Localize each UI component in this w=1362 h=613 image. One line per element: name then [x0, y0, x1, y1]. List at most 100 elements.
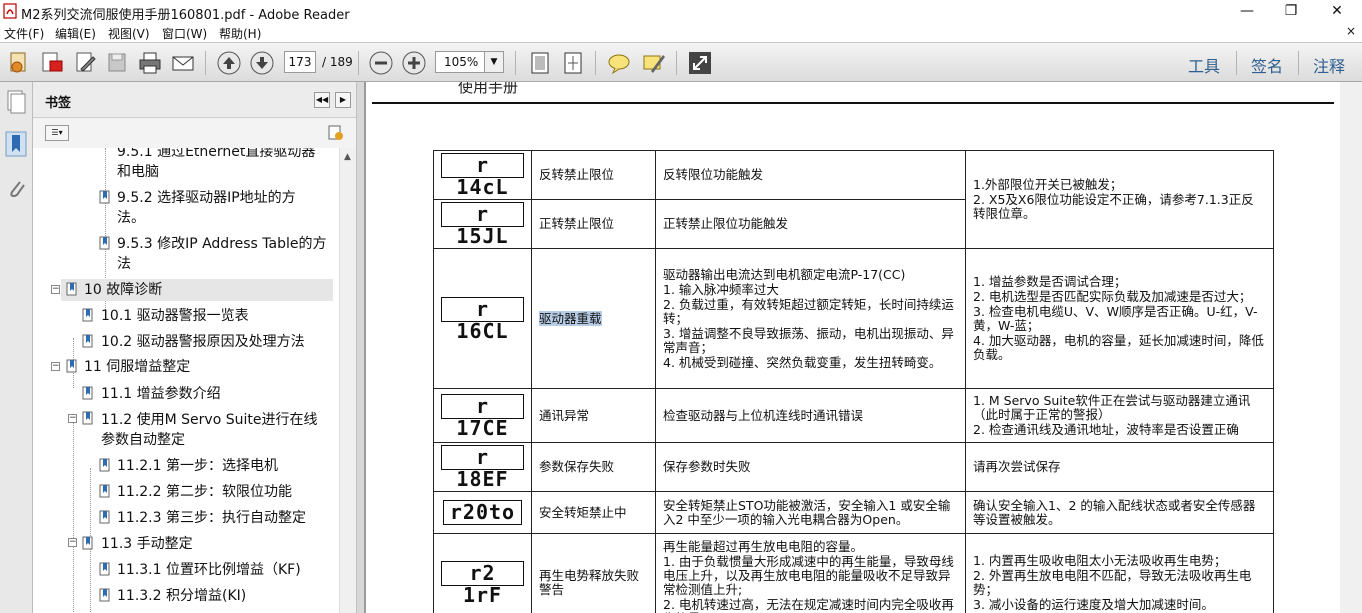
export-pdf-icon[interactable] [38, 49, 66, 77]
collapse-toggle[interactable]: − [51, 362, 60, 371]
desc-line: 2. 电机转速过高，无法在规定减速时间内完全吸收再生能量。 [663, 596, 954, 613]
bookmark-icon [99, 588, 110, 602]
tools-button[interactable]: 工具 [1188, 53, 1220, 77]
fit-page-icon[interactable] [559, 49, 587, 77]
print-icon[interactable] [136, 49, 164, 77]
bookmark-item[interactable]: 9.5.2 选择驱动器IP地址的方 [117, 188, 296, 208]
menu-edit[interactable]: 编辑(E) [55, 25, 96, 42]
page-header: 使用手册 [458, 82, 519, 96]
bookmark-item[interactable]: 10.1 驱动器警报一览表 [101, 306, 249, 326]
next-page-icon[interactable] [248, 49, 276, 77]
menu-file[interactable]: 文件(F) [4, 25, 44, 42]
bookmark-item[interactable]: 和电脑 [117, 162, 159, 182]
menu-help[interactable]: 帮助(H) [219, 25, 261, 42]
document-scrollbar[interactable] [1340, 82, 1362, 613]
bookmark-settings-icon[interactable] [327, 124, 345, 142]
sign-button[interactable]: 签名 [1251, 53, 1283, 77]
bookmarks-title: 书签 [45, 96, 72, 111]
bookmark-item[interactable]: 11.2.3 第三步：执行自动整定 [117, 508, 306, 528]
alarm-description: 安全转矩禁止STO功能被激活，安全输入1 或安全输入2 中至少一项的输入光电耦合… [655, 491, 966, 534]
edit-pdf-icon[interactable] [71, 49, 99, 77]
highlight-icon[interactable] [639, 49, 667, 77]
bookmark-label: 11.2.2 第二步：软限位功能 [117, 484, 292, 500]
collapse-panel-icon[interactable]: ◀◀ [314, 92, 330, 108]
zoom-in-icon[interactable] [400, 49, 428, 77]
close-document-button[interactable]: × [1346, 24, 1356, 38]
menu-view[interactable]: 视图(V) [108, 25, 150, 42]
previous-page-icon[interactable] [215, 49, 243, 77]
alarm-name: 参数保存失败 [531, 442, 656, 492]
bookmark-item[interactable]: 11.2.2 第二步：软限位功能 [117, 482, 292, 502]
scroll-up-icon[interactable]: ▲ [344, 152, 351, 162]
bookmark-options-icon[interactable]: ☰▾ [45, 125, 69, 141]
alarm-name: 通讯异常 [531, 388, 656, 443]
comment-icon[interactable] [605, 49, 633, 77]
bookmark-item[interactable]: 11.3.2 积分增益(KI) [117, 586, 246, 606]
window-title: M2系列交流伺服使用手册160801.pdf - Adobe Reader [21, 8, 350, 23]
bookmark-item-10[interactable]: 10 故障诊断 [84, 280, 162, 300]
desc-line: 3. 增益调整不良导致振荡、振动，电机出现振动、异常声音； [663, 325, 954, 355]
panel-splitter[interactable] [356, 82, 364, 613]
bookmark-item[interactable]: 11.2 使用M Servo Suite进行在线 [101, 410, 317, 430]
alarm-code-display: r20to [442, 500, 523, 525]
single-page-view-icon[interactable] [526, 49, 554, 77]
save-icon[interactable] [103, 49, 131, 77]
zoom-out-icon[interactable] [367, 49, 395, 77]
bookmark-label: 和电脑 [117, 164, 159, 180]
bookmark-label: 9.5.1 通过Ethernet直接驱动器 [117, 148, 316, 160]
bookmark-icon [82, 334, 93, 348]
alarm-code-display: r2 1rF [441, 560, 524, 606]
document-view: 使用手册 r 14cL 反转禁止限位 反转限位功能触发 1.外部限位开关已被触发… [364, 82, 1362, 613]
alarm-name: 正转禁止限位 [531, 199, 656, 249]
bookmark-item[interactable]: 9.5.1 通过Ethernet直接驱动器 [117, 148, 315, 162]
bookmark-item[interactable]: 9.5.3 修改IP Address Table的方 [117, 234, 327, 254]
alarm-fix: 1.外部限位开关已被触发； 2. X5及X6限位功能设定不正确，请参考7.1.3… [965, 150, 1274, 249]
bookmark-item-11[interactable]: 11 伺服增益整定 [84, 357, 190, 377]
toolbar-separator [515, 51, 516, 75]
expand-panel-icon[interactable]: ▶ [335, 92, 351, 108]
zoom-input[interactable]: 105% [435, 51, 485, 73]
bookmark-icon [82, 308, 93, 322]
create-pdf-icon[interactable] [5, 49, 33, 77]
desc-line: 1. 由于负载惯量大形成减速中的再生能量，导致母线电压上升，以及再生放电电阻的能… [663, 553, 954, 597]
alarm-name: 反转禁止限位 [531, 150, 656, 200]
bookmark-icon [82, 536, 93, 550]
bookmark-item[interactable]: 11.3.1 位置环比例增益（KF) [117, 560, 301, 580]
menu-window[interactable]: 窗口(W) [162, 25, 207, 42]
alarm-description: 检查驱动器与上位机连线时通讯错误 [655, 388, 966, 443]
page-total: / 189 [322, 55, 353, 69]
bookmark-item[interactable]: 参数自动整定 [101, 430, 185, 450]
page-thumbnails-icon[interactable] [4, 88, 28, 116]
comment-button[interactable]: 注释 [1313, 53, 1345, 77]
minimize-button[interactable]: — [1224, 0, 1270, 22]
bookmark-icon [99, 458, 110, 472]
bookmark-item[interactable]: 10.2 驱动器警报原因及处理方法 [101, 332, 305, 352]
alarm-description: 正转禁止限位功能触发 [655, 199, 966, 249]
bookmark-label: 9.5.2 选择驱动器IP地址的方 [117, 190, 296, 206]
desc-line: 2. 负载过重，有效转矩超过额定转矩，长时间持续运转； [663, 296, 954, 326]
collapse-toggle[interactable]: − [51, 285, 60, 294]
full-screen-icon[interactable] [686, 49, 714, 77]
alarm-name-selected[interactable]: 驱动器重载 [539, 310, 602, 326]
maximize-button[interactable]: ❐ [1268, 0, 1314, 22]
title-bar: M2系列交流伺服使用手册160801.pdf - Adobe Reader — … [0, 0, 1362, 23]
toolbar-separator [1236, 51, 1237, 75]
bookmark-item[interactable]: 法 [117, 254, 131, 274]
attachments-icon[interactable] [4, 174, 28, 202]
collapse-toggle[interactable]: − [68, 414, 77, 423]
bookmark-item[interactable]: 法。 [117, 208, 145, 228]
fix-line: 1. 内置再生吸收电阻太小无法吸收再生电势； [973, 552, 1227, 568]
close-button[interactable]: ✕ [1314, 0, 1360, 22]
bookmarks-scrollbar[interactable]: ▲ [339, 148, 356, 613]
bookmark-item[interactable]: 11.3 手动整定 [101, 534, 193, 554]
zoom-dropdown-icon[interactable]: ▼ [484, 51, 504, 73]
bookmarks-icon[interactable] [4, 130, 28, 158]
email-icon[interactable] [169, 49, 197, 77]
page-number-input[interactable]: 173 [284, 51, 316, 73]
desc-line: 驱动器输出电流达到电机额定电流P-17(CC) [663, 266, 906, 282]
bookmark-item[interactable]: 11.2.1 第一步：选择电机 [117, 456, 278, 476]
bookmark-item[interactable]: 11.1 增益参数介绍 [101, 384, 221, 404]
fix-line: 3. 检查电机电缆U、V、W顺序是否正确。U-红，V-黄，W-蓝； [973, 304, 1258, 333]
bookmark-icon [99, 190, 110, 204]
collapse-toggle[interactable]: − [68, 538, 77, 547]
